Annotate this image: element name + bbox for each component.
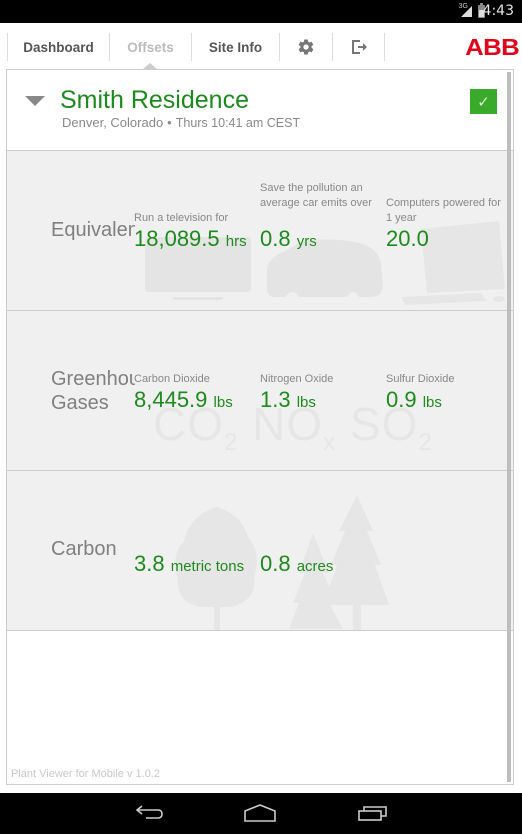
metric-caption: Sulfur Dioxide — [386, 373, 455, 385]
back-icon — [135, 805, 163, 819]
clock: 4:43 — [482, 3, 514, 19]
app-version: Plant Viewer for Mobile v 1.0.2 — [11, 768, 160, 780]
top-nav: Dashboard Offsets Site Info ABB — [0, 23, 522, 69]
site-name: Smith Residence — [60, 86, 249, 114]
section-label-carbon: Carbon — [51, 538, 117, 560]
site-header[interactable]: Smith Residence Denver, Colorado • Thurs 1… — [7, 70, 513, 150]
settings-button[interactable] — [280, 33, 332, 61]
metric-caption: Nitrogen Oxide — [260, 373, 334, 385]
separator: • — [167, 115, 172, 130]
greenhouse-gases-section: CO2 NOx SO2 Greenhouse Gases Carbon Diox… — [7, 310, 513, 470]
metric-caption: Save the pollution an average car emits … — [260, 182, 372, 209]
site-subtitle: Denver, Colorado • Thurs 10:41 am CEST — [62, 115, 300, 130]
metric-value: 0.8 yrs — [260, 226, 317, 251]
offsets-panel: Smith Residence Denver, Colorado • Thurs 1… — [6, 69, 514, 785]
recents-button[interactable] — [356, 803, 390, 823]
site-location: Denver, Colorado — [62, 115, 164, 130]
status-bar: 3G 4:43 — [0, 0, 522, 23]
equivalents-section: Equivalents Run a television for 18,089.… — [7, 150, 513, 310]
section-label-equivalents: Equivalents — [51, 219, 135, 241]
metric-value: 0.9 lbs — [386, 387, 442, 412]
metric-caption: Run a television for — [134, 212, 229, 224]
metric-value: 18,089.5 hrs — [134, 226, 247, 251]
metric-value: 1.3 lbs — [260, 387, 316, 412]
system-nav-bar — [0, 793, 522, 834]
tab-dashboard[interactable]: Dashboard — [8, 33, 109, 61]
metric-value: 20.0 — [386, 226, 429, 251]
section-label-greenhouse: Greenhouse Gases — [51, 368, 135, 414]
recents-icon — [358, 806, 387, 821]
metric-carbon-acres: 0.8 acres — [260, 551, 333, 580]
metric-carbon-tons: 3.8 metric tons — [134, 551, 244, 580]
metric-value: 0.8 acres — [260, 551, 334, 576]
scrollbar[interactable] — [507, 72, 511, 782]
home-button[interactable] — [243, 803, 277, 823]
metric-computers: Computers powered for 1 year 20.0 — [386, 196, 506, 252]
metric-caption: Computers powered for 1 year — [386, 197, 501, 224]
checkmark-icon: ✓ — [477, 93, 490, 111]
signal-icon — [461, 6, 472, 17]
metric-caption: Carbon Dioxide — [134, 373, 210, 385]
metric-nox: Nitrogen Oxide 1.3 lbs — [260, 372, 380, 416]
carbon-section: Carbon 3.8 metric tons 0.8 acres — [7, 470, 513, 631]
collapse-arrow-icon[interactable] — [25, 96, 45, 106]
abb-logo: ABB — [464, 34, 520, 60]
metric-value: 8,445.9 lbs — [134, 387, 233, 412]
nav-divider — [384, 33, 385, 61]
back-button[interactable] — [132, 803, 166, 823]
logout-icon — [351, 40, 367, 54]
tab-offsets[interactable]: Offsets — [110, 33, 191, 61]
logout-button[interactable] — [333, 33, 384, 61]
metric-value: 3.8 metric tons — [134, 551, 245, 576]
site-local-time: Thurs 10:41 am CEST — [175, 116, 301, 130]
screen: 3G 4:43 Dashboard Offsets Site Info ABB — [0, 0, 522, 834]
metric-so2: Sulfur Dioxide 0.9 lbs — [386, 372, 506, 416]
home-icon — [244, 804, 276, 822]
tab-site-info[interactable]: Site Info — [192, 33, 279, 61]
metric-co2: Carbon Dioxide 8,445.9 lbs — [134, 372, 254, 416]
site-status-badge: ✓ — [470, 89, 497, 114]
metric-car: Save the pollution an average car emits … — [260, 181, 380, 255]
gear-icon — [298, 39, 314, 55]
metric-television: Run a television for 18,089.5 hrs — [134, 211, 254, 255]
